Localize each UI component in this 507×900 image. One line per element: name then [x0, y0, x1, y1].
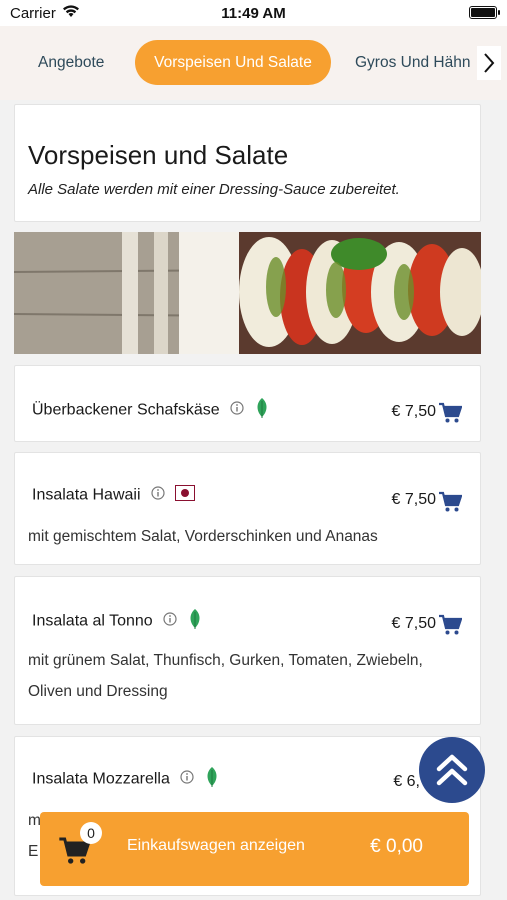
- category-tabbar: Angebote Vorspeisen Und Salate Gyros Und…: [0, 26, 507, 100]
- add-to-cart-icon[interactable]: [438, 614, 463, 641]
- menu-item-card[interactable]: Insalata al Tonno € 7,50 mit grünem Sala…: [14, 576, 481, 725]
- section-title: Vorspeisen und Salate: [28, 140, 289, 170]
- status-bar: Carrier 11:49 AM: [0, 0, 507, 26]
- cart-total: € 0,00: [370, 836, 423, 857]
- item-name: Insalata Hawaii: [32, 486, 141, 504]
- add-to-cart-icon[interactable]: [438, 491, 463, 518]
- item-description: mit grünem Salat, Thunfisch, Gurken, Tom…: [28, 645, 472, 707]
- leaf-icon: [205, 766, 219, 793]
- leaf-icon: [255, 397, 269, 424]
- section-subtitle: Alle Salate werden mit einer Dressing-Sa…: [28, 181, 400, 198]
- view-cart-label: Einkaufswagen anzeigen: [127, 837, 305, 854]
- item-price: € 7,50: [391, 615, 436, 632]
- item-description: mit gemischtem Salat, Vorderschinken und…: [28, 528, 378, 545]
- item-price: € 7,50: [391, 491, 436, 508]
- view-cart-button[interactable]: 0 Einkaufswagen anzeigen € 0,00: [40, 812, 469, 886]
- item-description-line: mit grünem Salat, Thunfisch, Gurken, Tom…: [28, 652, 423, 669]
- tab-vorspeisen-und-salate[interactable]: Vorspeisen Und Salate: [135, 40, 331, 85]
- item-price: € 7,50: [391, 403, 436, 420]
- leaf-icon: [188, 608, 202, 635]
- menu-item-card[interactable]: Insalata Hawaii € 7,50 mit gemischtem Sa…: [14, 452, 481, 565]
- info-icon[interactable]: [230, 401, 244, 420]
- info-icon[interactable]: [151, 486, 165, 505]
- cart-count-badge: 0: [80, 822, 102, 844]
- item-name: Insalata al Tonno: [32, 612, 153, 630]
- battery-icon: [469, 6, 500, 19]
- section-header-card: Vorspeisen und Salate Alle Salate werden…: [14, 104, 481, 222]
- scroll-to-top-button[interactable]: [419, 737, 485, 803]
- item-description-line: Oliven und Dressing: [28, 683, 168, 700]
- section-banner-image: [14, 232, 481, 354]
- chevron-right-icon[interactable]: [477, 46, 501, 80]
- pork-flag-icon: [175, 485, 196, 506]
- add-to-cart-icon[interactable]: [438, 402, 463, 429]
- item-name: Insalata Mozzarella: [32, 770, 170, 788]
- tab-gyros-und-haehnchen[interactable]: Gyros Und Hähn: [355, 40, 470, 85]
- double-chevron-up-icon: [436, 754, 468, 786]
- info-icon[interactable]: [180, 770, 194, 789]
- menu-item-card[interactable]: Überbackener Schafskäse € 7,50: [14, 365, 481, 442]
- item-name: Überbackener Schafskäse: [32, 401, 220, 419]
- tab-angebote[interactable]: Angebote: [38, 40, 104, 85]
- clock: 11:49 AM: [221, 5, 286, 22]
- info-icon[interactable]: [163, 612, 177, 631]
- item-price: € 6,: [393, 773, 420, 790]
